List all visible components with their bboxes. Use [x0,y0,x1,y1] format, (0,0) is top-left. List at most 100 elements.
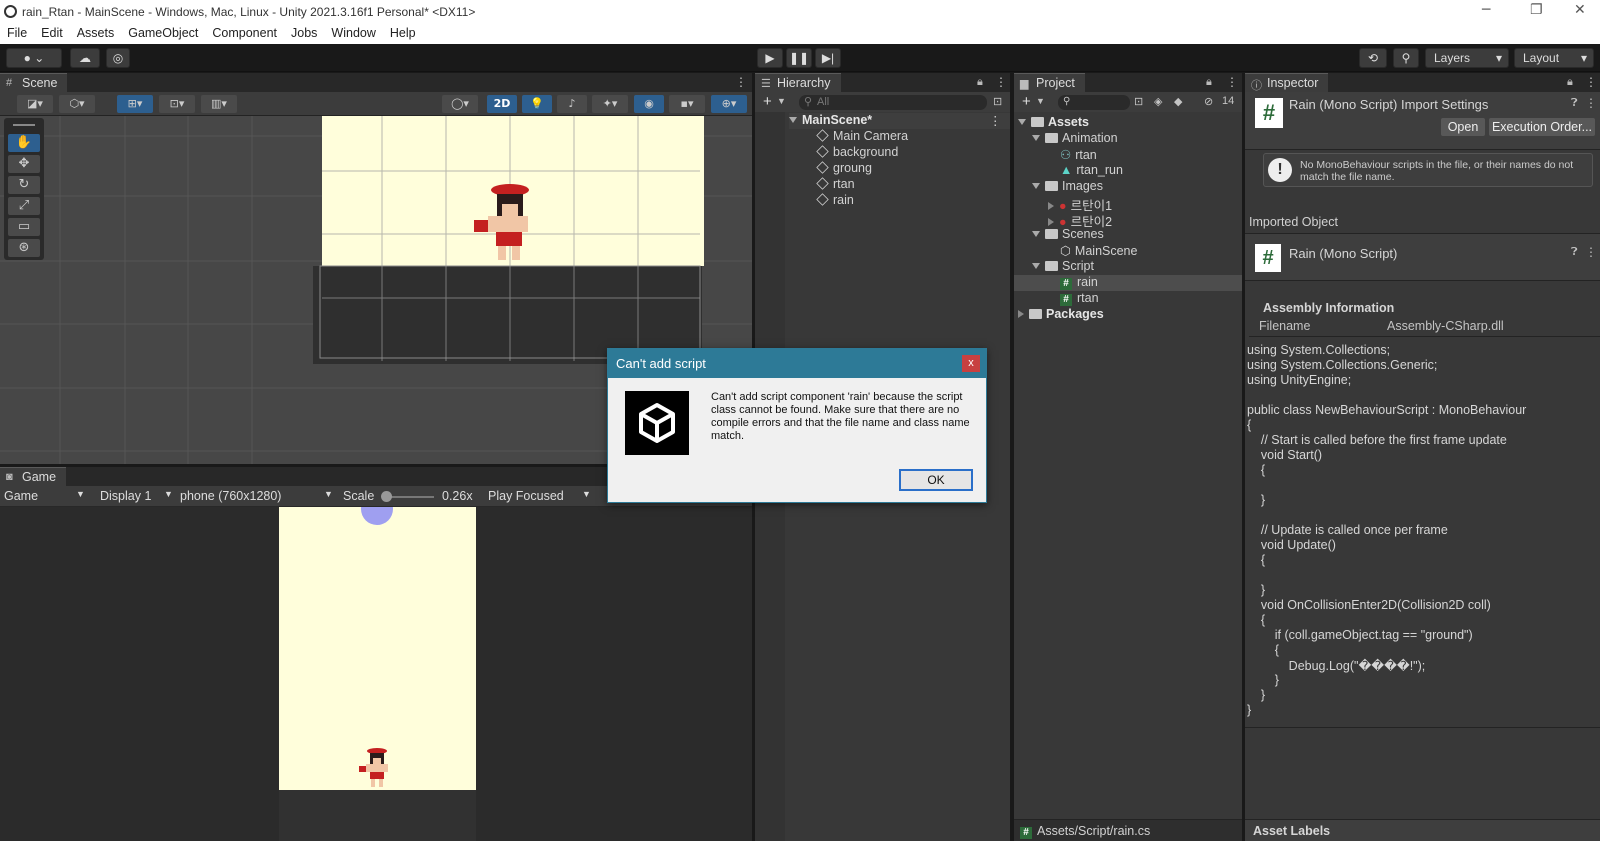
dialog-close-button[interactable]: x [962,355,980,372]
tab-inspector[interactable]: ⓘ Inspector [1245,73,1329,92]
display-dropdown[interactable]: Display 1 [100,489,151,503]
tab-project[interactable]: ▆ Project [1014,73,1085,92]
move-tool-icon[interactable]: ✥ [8,155,40,173]
folder-icon [1045,261,1058,271]
hierarchy-search-input[interactable]: All ⚲ [799,95,987,110]
tab-game[interactable]: ◙ Game [0,467,67,486]
layout-dropdown[interactable]: Layout ▾ [1514,48,1594,68]
cloud-icon[interactable]: ☁ [70,48,100,68]
menu-jobs[interactable]: Jobs [284,24,324,40]
menu-edit[interactable]: Edit [34,24,70,40]
visibility-icon[interactable]: ◉ [634,95,664,113]
folder-packages[interactable]: Packages [1018,307,1104,321]
menu-gameobject[interactable]: GameObject [121,24,205,40]
asset-item[interactable]: ⬡ MainScene [1060,243,1137,258]
scale-slider-handle[interactable] [381,491,392,502]
camera-button[interactable]: ▪▾ [669,95,705,113]
search-icon[interactable]: ⚲ [1393,48,1419,68]
game-view-dropdown[interactable]: Game [4,489,38,503]
hierarchy-item[interactable]: rtan [816,177,855,191]
play-mode-dropdown[interactable]: Play Focused [488,489,564,503]
hierarchy-menu-icon[interactable]: ⋮ [995,75,1007,89]
object-menu-icon[interactable]: ⋮ [1585,245,1597,259]
hierarchy-item[interactable]: Main Camera [816,129,908,143]
create-icon[interactable]: + [1022,93,1031,110]
menu-help[interactable]: Help [383,24,423,40]
2d-toggle-button[interactable]: 2D [487,95,517,113]
menu-file[interactable]: File [0,24,34,40]
pause-button[interactable]: ❚❚ [786,48,812,68]
asset-item-selected[interactable]: # rain [1014,275,1242,291]
rect-tool-icon[interactable]: ▭ [8,218,40,236]
asset-item[interactable]: ▲ rtan_run [1060,163,1123,177]
render-mode-button[interactable]: ⬡▾ [59,95,95,113]
help-icon[interactable]: ❓︎ [1571,246,1578,259]
menu-window[interactable]: Window [324,24,382,40]
folder-icon [1031,117,1044,127]
add-icon[interactable]: + [763,93,772,110]
lighting-icon[interactable]: 💡 [522,95,552,113]
close-window-button[interactable]: ✕ [1574,2,1586,18]
effects-button[interactable]: ✦▾ [592,95,628,113]
ok-button[interactable]: OK [899,469,973,491]
hierarchy-item[interactable]: groung [816,161,872,175]
lock-icon[interactable]: 🔒︎ [1567,75,1573,89]
asset-item[interactable]: # rtan [1060,291,1099,306]
label-filter-icon[interactable]: ◆ [1174,95,1182,108]
execution-order-button[interactable]: Execution Order... [1489,118,1595,136]
menu-assets[interactable]: Assets [70,24,122,40]
folder-scenes[interactable]: Scenes [1032,227,1104,241]
draw-mode-button[interactable]: ◪▾ [17,95,53,113]
search-scope-icon[interactable]: ⊡ [1134,95,1143,108]
warning-text: No MonoBehaviour scripts in the file, or… [1300,159,1574,183]
type-filter-icon[interactable]: ◈ [1154,95,1162,108]
lock-icon[interactable]: 🔒︎ [977,75,983,89]
scale-tool-icon[interactable]: ⤢ [8,197,40,215]
grid-snap-button[interactable]: ⊞▾ [117,95,153,113]
scene-menu-icon[interactable]: ⋮ [735,75,747,89]
scene-visibility-icon[interactable]: ⊡ [993,95,1002,108]
minimize-button[interactable]: ─ [1482,2,1490,18]
hidden-packages-icon[interactable]: ⊘ [1204,95,1213,108]
folder-assets[interactable]: Assets [1018,115,1089,129]
rotate-tool-icon[interactable]: ↻ [8,176,40,194]
shading-button[interactable]: ◯▾ [442,95,478,113]
resolution-dropdown[interactable]: phone (760x1280) [180,489,281,503]
game-viewport[interactable] [0,507,752,841]
project-menu-icon[interactable]: ⋮ [1226,75,1238,89]
gameobject-icon [816,129,829,142]
gizmos-button[interactable]: ⊕▾ [711,95,747,113]
folder-animation[interactable]: Animation [1032,131,1118,145]
hierarchy-item[interactable]: rain [816,193,854,207]
layers-dropdown[interactable]: Layers ▾ [1425,48,1509,68]
transform-tool-icon[interactable]: ⊛ [8,239,40,257]
menu-component[interactable]: Component [205,24,284,40]
lock-icon[interactable]: 🔒︎ [1206,75,1212,89]
scene-name: MainScene* [802,113,873,127]
open-button[interactable]: Open [1441,118,1485,136]
grid-plane-button[interactable]: ▥▾ [201,95,237,113]
tab-hierarchy[interactable]: ☰ Hierarchy [755,73,841,92]
play-button[interactable]: ▶ [757,48,783,68]
asset-item[interactable]: ⚇ rtan [1060,147,1097,162]
audio-icon[interactable]: ♪ [557,95,587,113]
script-icon: # [1060,278,1072,290]
project-search-input[interactable]: ⚲ [1058,95,1130,110]
hierarchy-scene-row[interactable]: MainScene* ⋮ [789,113,1010,129]
folder-script[interactable]: Script [1032,259,1094,273]
header-menu-icon[interactable]: ⋮ [1585,96,1597,110]
tab-scene[interactable]: # Scene [0,73,68,92]
scale-label: Scale [343,489,375,503]
help-icon[interactable]: ❓︎ [1571,97,1578,110]
step-button[interactable]: ▶| [815,48,841,68]
maximize-button[interactable]: ❐ [1530,2,1543,18]
hand-tool-icon[interactable]: ✋ [8,134,40,152]
account-button[interactable]: ● ⌄ [6,48,62,68]
inspector-menu-icon[interactable]: ⋮ [1585,75,1597,89]
history-icon[interactable]: ⟲ [1359,48,1387,68]
collab-icon[interactable]: ◎ [106,48,130,68]
hierarchy-item[interactable]: background [816,145,898,159]
folder-images[interactable]: Images [1032,179,1103,193]
snap-increment-button[interactable]: ⊡▾ [159,95,195,113]
imported-object-header: # Rain (Mono Script) ❓︎ ⋮ [1245,233,1600,281]
